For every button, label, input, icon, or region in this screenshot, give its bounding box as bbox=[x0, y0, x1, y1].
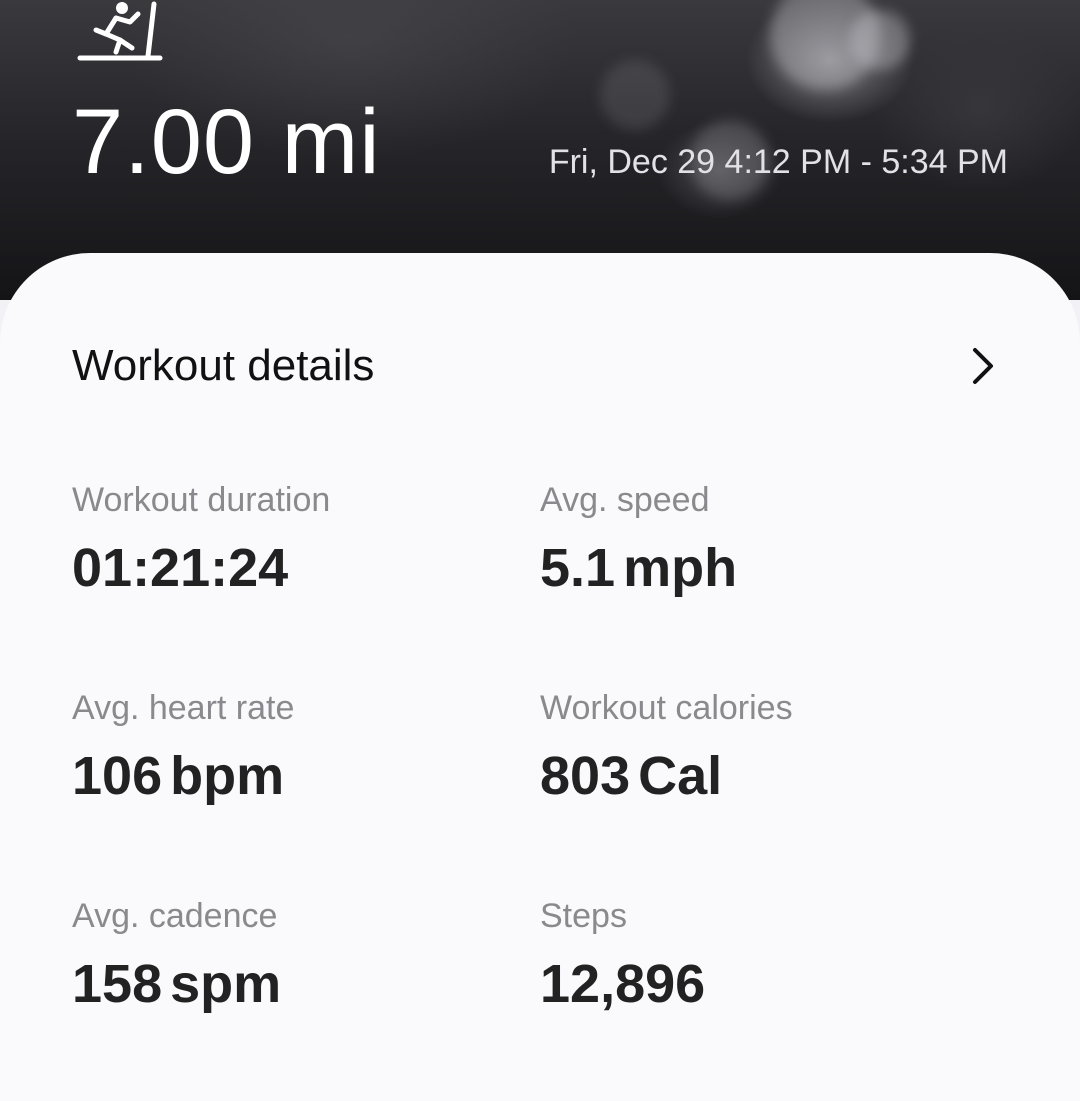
stat-value: 12,896 bbox=[540, 954, 960, 1014]
stat-number: 12,896 bbox=[540, 954, 706, 1014]
stat-steps: Steps 12,896 bbox=[540, 896, 960, 1014]
stat-unit: spm bbox=[170, 954, 282, 1014]
stat-value: 803 Cal bbox=[540, 746, 960, 806]
stat-label: Avg. heart rate bbox=[72, 689, 295, 727]
treadmill-running-icon bbox=[76, 0, 166, 64]
stat-label: Avg. speed bbox=[540, 481, 710, 519]
stat-label: Workout calories bbox=[540, 689, 793, 727]
stat-unit: bpm bbox=[170, 746, 285, 806]
workout-details-title: Workout details bbox=[72, 341, 375, 390]
workout-details-header[interactable]: Workout details bbox=[72, 338, 1008, 394]
stat-label: Steps bbox=[540, 897, 627, 935]
stat-unit: Cal bbox=[638, 746, 723, 806]
stat-label: Avg. cadence bbox=[72, 897, 278, 935]
stat-label: Workout duration bbox=[72, 481, 331, 519]
stat-unit: mph bbox=[623, 538, 738, 598]
bokeh-light bbox=[850, 10, 910, 70]
stat-number: 01:21:24 bbox=[72, 538, 289, 598]
stat-avg-speed: Avg. speed 5.1 mph bbox=[540, 480, 960, 598]
stat-number: 158 bbox=[72, 954, 163, 1014]
stat-number: 106 bbox=[72, 746, 163, 806]
workout-time-range: Fri, Dec 29 4:12 PM - 5:34 PM bbox=[548, 143, 1008, 181]
bokeh-light bbox=[600, 60, 670, 130]
stat-workout-calories: Workout calories 803 Cal bbox=[540, 688, 960, 806]
stat-number: 803 bbox=[540, 746, 631, 806]
workout-distance: 7.00 mi bbox=[72, 91, 381, 193]
stat-value: 158 spm bbox=[72, 954, 492, 1014]
stat-avg-heart-rate: Avg. heart rate 106 bpm bbox=[72, 688, 492, 806]
stat-value: 106 bpm bbox=[72, 746, 492, 806]
stat-value: 01:21:24 bbox=[72, 538, 492, 598]
stat-number: 5.1 bbox=[540, 538, 616, 598]
stat-value: 5.1 mph bbox=[540, 538, 960, 598]
workout-summary-screen: 7.00 mi Fri, Dec 29 4:12 PM - 5:34 PM Wo… bbox=[0, 0, 1080, 1101]
stat-avg-cadence: Avg. cadence 158 spm bbox=[72, 896, 492, 1014]
stat-workout-duration: Workout duration 01:21:24 bbox=[72, 480, 492, 598]
chevron-right-icon[interactable] bbox=[970, 346, 996, 386]
